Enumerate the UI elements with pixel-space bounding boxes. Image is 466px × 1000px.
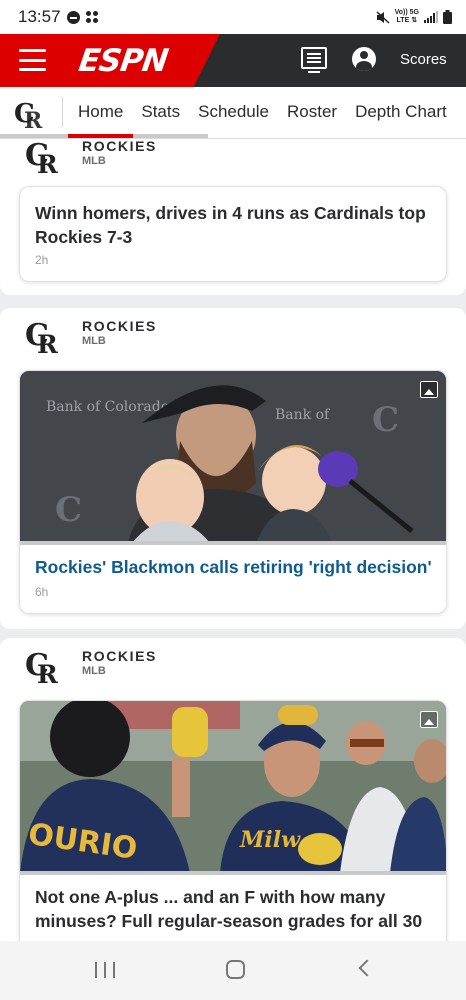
espn-logo[interactable]: ESPN (76, 43, 169, 79)
headline-line: minuses? Full regular-season grades for … (35, 911, 423, 931)
headline-line: Winn homers, drives in 4 runs as Cardina… (35, 203, 426, 223)
tab-schedule[interactable]: Schedule (198, 102, 269, 122)
league-label: MLB (82, 665, 106, 677)
mute-icon (376, 10, 390, 24)
image-divider (20, 541, 446, 545)
image-divider (20, 871, 446, 875)
brewers-dugout-photo: OURIO Milw (20, 701, 446, 873)
story-card[interactable]: Winn homers, drives in 4 runs as Cardina… (19, 186, 447, 282)
rockies-logo-icon: C R (25, 648, 58, 686)
tab-roster[interactable]: Roster (287, 102, 337, 122)
story-image[interactable]: Bank of Colorado Bank of C C (20, 371, 446, 543)
network-top-label: Vo)) 5G (394, 9, 419, 16)
subnav-divider (62, 97, 63, 127)
signal-icon (424, 11, 438, 23)
subnav-tabs: Home Stats Schedule Roster Depth Chart (78, 87, 447, 137)
scores-button[interactable]: Scores (400, 51, 447, 68)
story-age: 2h (35, 253, 49, 267)
tab-home[interactable]: Home (78, 102, 123, 122)
news-card: C R ROCKIES MLB OURIO Milw Not one A-plu… (0, 638, 466, 941)
story-age: 6h (35, 585, 49, 599)
headline-line: Rockies 7-3 (35, 227, 133, 247)
news-feed[interactable]: C R ROCKIES MLB Winn homers, drives in 4… (0, 139, 466, 941)
svg-text:R: R (37, 330, 58, 356)
svg-text:Milw: Milw (239, 827, 301, 853)
team-name: ROCKIES (82, 318, 157, 334)
home-icon[interactable] (226, 960, 245, 979)
recents-icon[interactable] (95, 962, 115, 978)
rockies-logo-icon: C R (25, 318, 58, 356)
team-name: ROCKIES (82, 139, 157, 154)
team-subnav: C R Home Stats Schedule Roster Depth Cha… (0, 87, 466, 139)
league-label: MLB (82, 335, 106, 347)
press-conference-photo: Bank of Colorado Bank of C C (20, 371, 446, 543)
svg-text:R: R (37, 660, 58, 686)
tab-stats[interactable]: Stats (141, 102, 180, 122)
story-headline[interactable]: Not one A-plus ... and an F with how man… (35, 885, 422, 933)
network-bottom-label: LTE ⇅ (396, 17, 418, 24)
story-image[interactable]: OURIO Milw (20, 701, 446, 873)
news-card: C R ROCKIES MLB Bank of Colorado Bank of… (0, 308, 466, 629)
backdrop-sponsor-text: Bank of Colorado (46, 399, 169, 415)
svg-text:C: C (55, 490, 82, 530)
network-indicator: Vo)) 5G LTE ⇅ (395, 9, 419, 25)
headline-line: Not one A-plus ... and an F with how man… (35, 887, 386, 907)
svg-text:R: R (24, 108, 43, 131)
app-grid-icon (85, 10, 99, 24)
battery-icon (443, 10, 452, 24)
active-tab-underline (68, 134, 133, 138)
do-not-disturb-icon (66, 10, 80, 24)
news-card: C R ROCKIES MLB Winn homers, drives in 4… (0, 139, 466, 295)
status-time: 13:57 (18, 7, 61, 26)
gallery-icon (420, 711, 438, 728)
system-nav-bar (0, 941, 466, 1000)
tab-depth-chart[interactable]: Depth Chart (355, 102, 447, 122)
svg-text:C: C (372, 400, 399, 440)
menu-icon[interactable] (19, 49, 46, 71)
svg-text:Bank of: Bank of (275, 407, 331, 423)
league-label: MLB (82, 155, 106, 167)
rockies-logo-icon[interactable]: C R (13, 95, 47, 131)
status-bar: 13:57 Vo)) 5G LTE ⇅ (0, 0, 466, 34)
story-headline[interactable]: Winn homers, drives in 4 runs as Cardina… (35, 201, 426, 249)
watch-icon[interactable] (301, 47, 327, 73)
team-name: ROCKIES (82, 648, 157, 664)
story-card[interactable]: OURIO Milw Not one A-plus ... and an F w… (19, 700, 447, 941)
rockies-logo-icon: C R (25, 139, 58, 176)
espn-header: ESPN Scores (0, 34, 466, 87)
profile-icon[interactable] (352, 47, 376, 71)
gallery-icon (420, 381, 438, 398)
story-card[interactable]: Bank of Colorado Bank of C C Rockies' Bl… (19, 370, 447, 614)
back-icon[interactable] (358, 959, 376, 977)
svg-text:R: R (37, 150, 58, 176)
story-headline[interactable]: Rockies' Blackmon calls retiring 'right … (35, 555, 432, 579)
